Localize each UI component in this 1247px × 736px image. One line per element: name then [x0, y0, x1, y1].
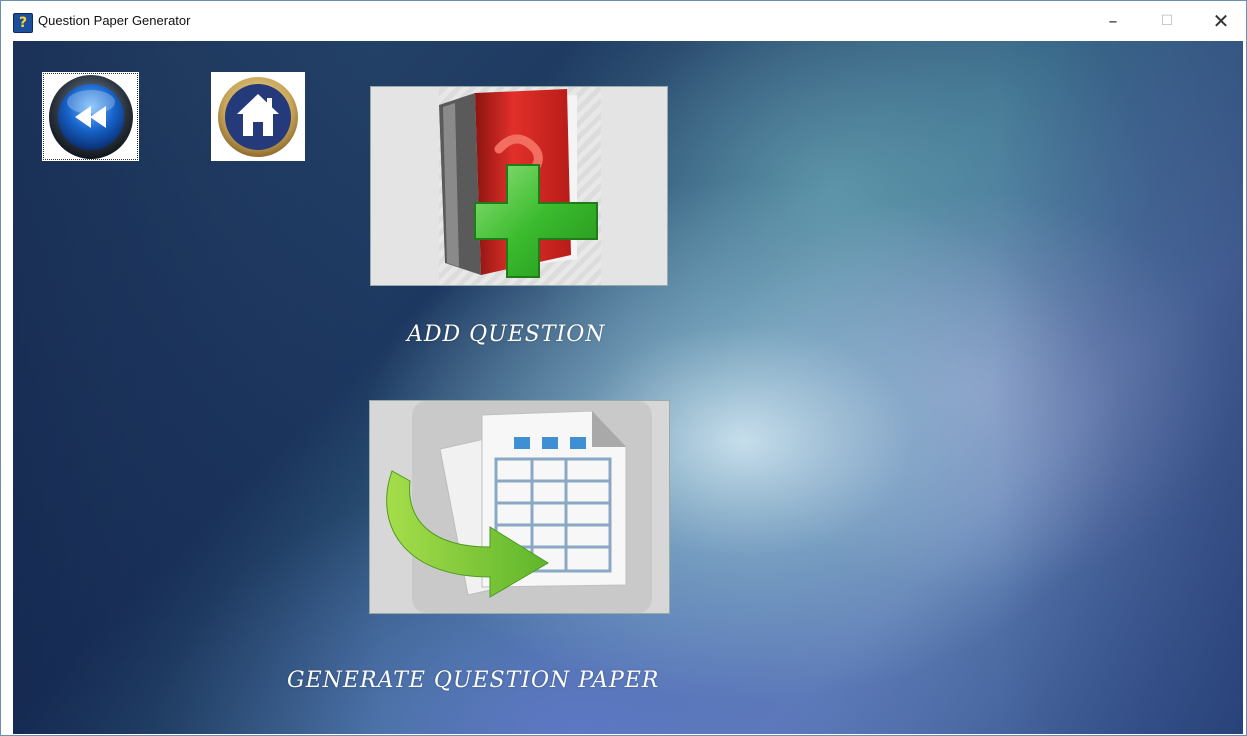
maximize-button[interactable]: ☐: [1140, 1, 1194, 41]
rewind-icon: [48, 74, 133, 159]
home-button[interactable]: [211, 72, 305, 161]
book-plus-icon: [439, 87, 601, 285]
app-question-icon: ?: [13, 13, 33, 33]
add-question-button[interactable]: [370, 86, 668, 286]
window-title: Question Paper Generator: [38, 13, 191, 28]
home-icon: [218, 76, 298, 157]
generate-question-paper-label[interactable]: GENERATE QUESTION PAPER: [287, 668, 659, 693]
close-button[interactable]: ✕: [1194, 1, 1247, 41]
document-table-arrow-icon: [386, 401, 652, 613]
title-bar[interactable]: ? Question Paper Generator – ☐ ✕: [1, 1, 1246, 41]
back-button[interactable]: [42, 72, 139, 161]
generate-question-paper-button[interactable]: [369, 400, 670, 614]
minimize-button[interactable]: –: [1086, 1, 1140, 41]
add-question-label[interactable]: ADD QUESTION: [407, 322, 606, 347]
